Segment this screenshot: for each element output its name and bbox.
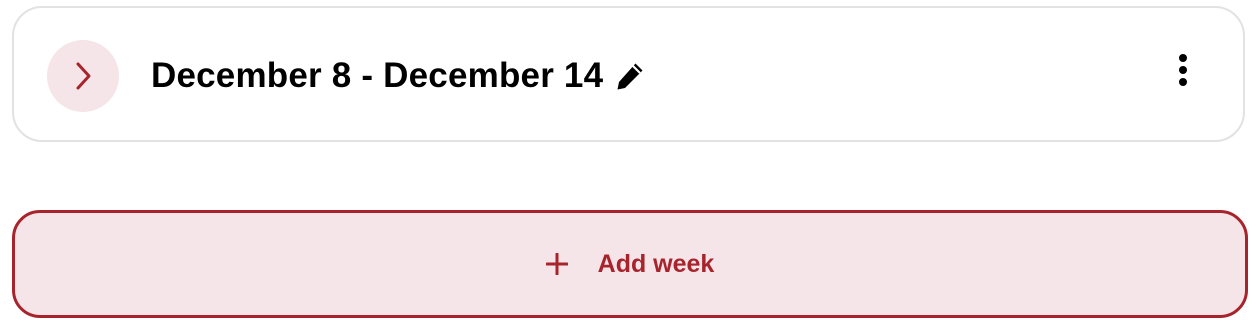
add-week-content: Add week [545, 249, 715, 279]
plus-icon [545, 253, 568, 275]
week-title: December 8 - December 14 [151, 56, 604, 95]
more-vertical-icon [1178, 53, 1188, 92]
add-week-button[interactable]: Add week [12, 210, 1248, 318]
pencil-icon[interactable] [613, 59, 647, 93]
chevron-right-icon [73, 61, 93, 91]
week-header: December 8 - December 14 [151, 54, 647, 98]
week-card: December 8 - December 14 [12, 6, 1245, 142]
expand-week-button[interactable] [47, 40, 119, 112]
week-options-button[interactable] [1166, 52, 1200, 92]
add-week-label: Add week [597, 249, 715, 278]
